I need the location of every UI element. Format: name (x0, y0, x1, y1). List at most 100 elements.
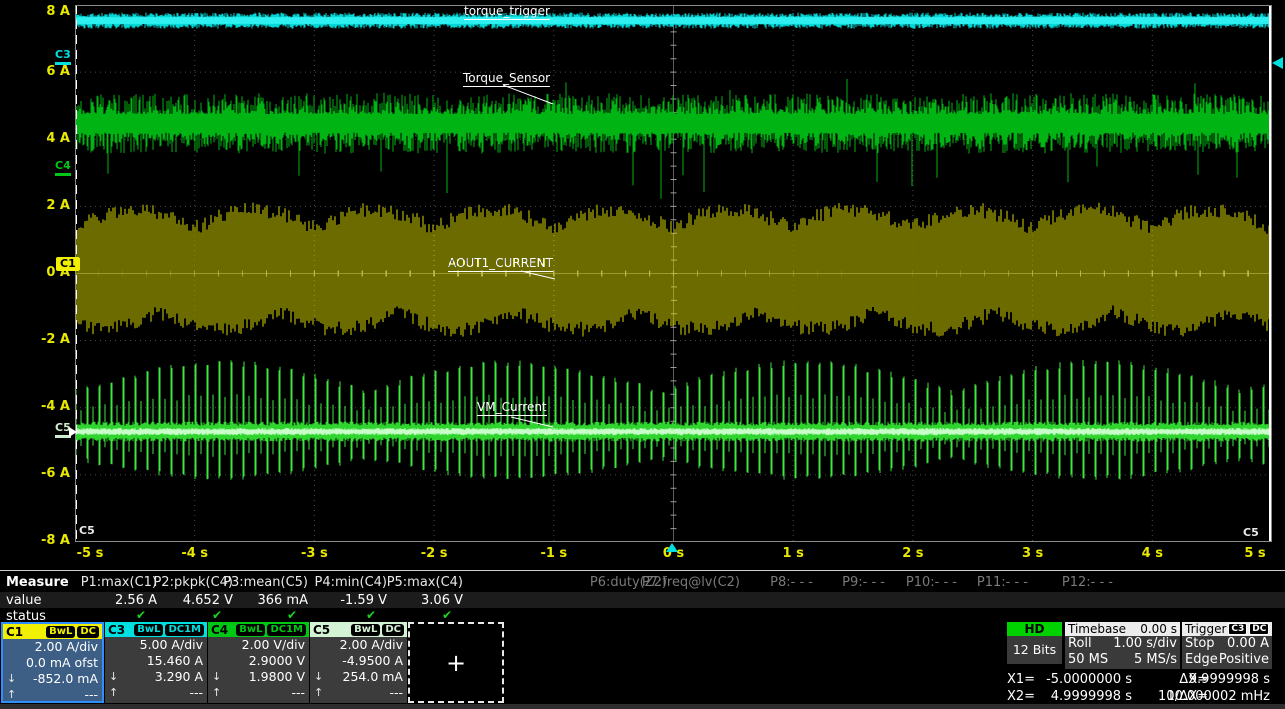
channel-box-C4[interactable]: C4 BwLDC1M2.00 V/div2.9000 V↓ 1.9800 V ↑ --- (208, 622, 309, 703)
grid-label-bottom-right: C5 (1243, 526, 1259, 539)
hd-mode-box[interactable]: HD 12 Bits (1007, 622, 1062, 664)
trigger-kind: Edge (1185, 652, 1218, 668)
trace-core-torque_trigger (75, 17, 1272, 24)
channel-scale-value: 5.00 A/div (105, 637, 207, 653)
channel-badges: BwLDC1M (134, 624, 204, 636)
trigger-title: Trigger (1185, 622, 1226, 636)
waveform-grid[interactable] (75, 5, 1272, 542)
x2-label: X2= (1007, 689, 1035, 704)
trigger-level-marker[interactable] (1272, 57, 1283, 69)
channel-scale-value: 2.00 V/div (208, 637, 309, 653)
measure-table: Measure value status P1:max(C1)2.56 A✔P2… (0, 570, 1285, 622)
channel-id-label: C5 (313, 623, 330, 637)
channel-badges: BwLDC (46, 626, 99, 638)
channel-box-header-C1[interactable]: C1 BwLDC (3, 624, 102, 639)
x-axis-label: 5 s (1225, 546, 1285, 561)
y-axis-label: 4 A (0, 131, 70, 146)
channel-box-C5[interactable]: C5BwLDC2.00 A/div-4.9500 A↓254.0 mA↑--- (310, 622, 407, 703)
hd-bits-value: 12 Bits (1007, 636, 1062, 663)
timebase-box[interactable]: Timebase 0.00 s Roll 1.00 s/div 50 MS 5 … (1065, 622, 1180, 669)
timebase-mode: Roll (1068, 636, 1092, 652)
c5-offset-arrow-icon (69, 427, 77, 437)
up-arrow-icon: ↑ (7, 687, 16, 703)
channel-badges: BwLDC1M (236, 624, 306, 636)
coupling-badge: DC (77, 626, 99, 638)
y-axis-label: -4 A (0, 399, 70, 414)
channel-marker-C1[interactable]: C1 (56, 257, 80, 271)
trigger-source-badge: C3 (1228, 623, 1247, 635)
channel-box-header-C5[interactable]: C5 BwLDC (310, 622, 407, 637)
plus-icon: + (446, 649, 466, 677)
measure-param-5-value: 3.06 V (303, 593, 463, 608)
trace-label-torque_trigger[interactable]: torque_trigger (464, 5, 550, 20)
trigger-time-marker[interactable] (666, 543, 678, 552)
bandwidth-limit-badge: BwL (236, 624, 265, 636)
channel-min-value: -852.0 mA (33, 671, 98, 687)
dx-value: 9.9999998 s (1157, 672, 1270, 687)
channel-box-header-C4[interactable]: C4 BwLDC1M (208, 622, 309, 637)
x-axis-label: 3 s (1003, 546, 1063, 561)
trigger-coupling-badge: DC (1249, 623, 1269, 635)
timebase-offset: 0.00 s (1140, 622, 1177, 636)
timebase-memory: 50 MS (1068, 652, 1108, 668)
channel-min-row: ↓3.290 A (105, 669, 207, 685)
channel-max-value: --- (189, 685, 203, 701)
trace-label-Torque_Sensor[interactable]: Torque_Sensor (463, 72, 550, 87)
channel-max-value: --- (291, 685, 305, 701)
measure-param-5-status-check-icon: ✔ (432, 608, 462, 622)
x-axis-label: 2 s (883, 546, 943, 561)
channel-min-value: 1.9800 V (249, 669, 305, 685)
channel-marker-C3[interactable]: C3 (55, 49, 71, 65)
x-axis-label: -5 s (60, 546, 120, 561)
bottom-edge-strip (0, 704, 1285, 709)
channel-box-C1[interactable]: C1 BwLDC2.00 A/div0.0 mA ofst↓ -852.0 mA↑-… (1, 622, 104, 703)
channel-min-row: ↓254.0 mA (310, 669, 407, 685)
trigger-box[interactable]: Trigger C3 DC Stop 0.00 A Edge Positive (1182, 622, 1272, 669)
channel-id-label: C1 (6, 625, 23, 639)
channel-max-row: ↑ --- (105, 685, 207, 701)
measure-param-12-label[interactable]: P12:- - - (953, 575, 1113, 590)
x1-value: -5.0000000 s (1032, 672, 1132, 687)
timebase-scale: 1.00 s/div (1113, 636, 1177, 652)
down-arrow-icon: ↓ (212, 669, 221, 685)
y-axis-label: 6 A (0, 64, 70, 79)
channel-offset-value: 2.9000 V (208, 653, 309, 669)
channel-min-value: 254.0 mA (343, 669, 404, 685)
x-axis-label: -3 s (284, 546, 344, 561)
trace-label-VM_Current[interactable]: VM_Current (477, 401, 547, 416)
up-arrow-icon: ↑ (109, 685, 118, 701)
add-trace-button[interactable]: + (408, 622, 504, 703)
channel-id-label: C4 (211, 623, 228, 637)
coupling-badge: DC (382, 624, 404, 636)
channel-id-label: C3 (108, 623, 125, 637)
coupling-badge: DC1M (165, 624, 204, 636)
y-axis-label: -6 A (0, 466, 70, 481)
trigger-slope: Positive (1219, 652, 1269, 668)
down-arrow-icon: ↓ (7, 671, 16, 687)
measure-param-5-label[interactable]: P5:max(C4) (303, 575, 463, 590)
channel-scale-value: 2.00 A/div (3, 639, 102, 655)
channel-box-C3[interactable]: C3 BwLDC1M5.00 A/div15.460 A↓3.290 A↑ --- (105, 622, 207, 703)
trace-label-AOUT1_CURRENT[interactable]: AOUT1_CURRENT (448, 257, 553, 272)
channel-offset-value: 15.460 A (105, 653, 207, 669)
channel-min-row: ↓ -852.0 mA (3, 671, 102, 687)
trigger-mode: Stop (1185, 636, 1215, 652)
cursor-readout-x1: X1= -5.0000000 s ΔX= 9.9999998 s (1007, 672, 1273, 688)
coupling-badge: DC1M (267, 624, 306, 636)
channel-offset-value: 0.0 mA ofst (3, 655, 102, 671)
channel-box-header-C3[interactable]: C3 BwLDC1M (105, 622, 207, 637)
x-axis-label: -1 s (524, 546, 584, 561)
descriptor-bar: C1BwLDC2.00 A/div0.0 mA ofst↓-852.0 mA↑-… (0, 622, 1285, 704)
oscilloscope-screen: 8 A6 A4 A2 A0 A-2 A-4 A-6 A-8 A -5 s-4 s… (0, 0, 1285, 709)
measure-param-3-status-check-icon: ✔ (277, 608, 307, 622)
bandwidth-limit-badge: BwL (351, 624, 380, 636)
up-arrow-icon: ↑ (212, 685, 221, 701)
channel-max-value: --- (389, 685, 403, 701)
waveform-plot-area[interactable]: 8 A6 A4 A2 A0 A-2 A-4 A-6 A-8 A -5 s-4 s… (0, 0, 1285, 570)
x-axis-label: -4 s (165, 546, 225, 561)
channel-marker-C4[interactable]: C4 (55, 160, 71, 176)
hd-mode-title: HD (1007, 622, 1062, 636)
y-axis-label: -2 A (0, 332, 70, 347)
channel-max-row: ↑--- (3, 687, 102, 703)
grid-label-bottom-left: C5 (79, 524, 95, 537)
